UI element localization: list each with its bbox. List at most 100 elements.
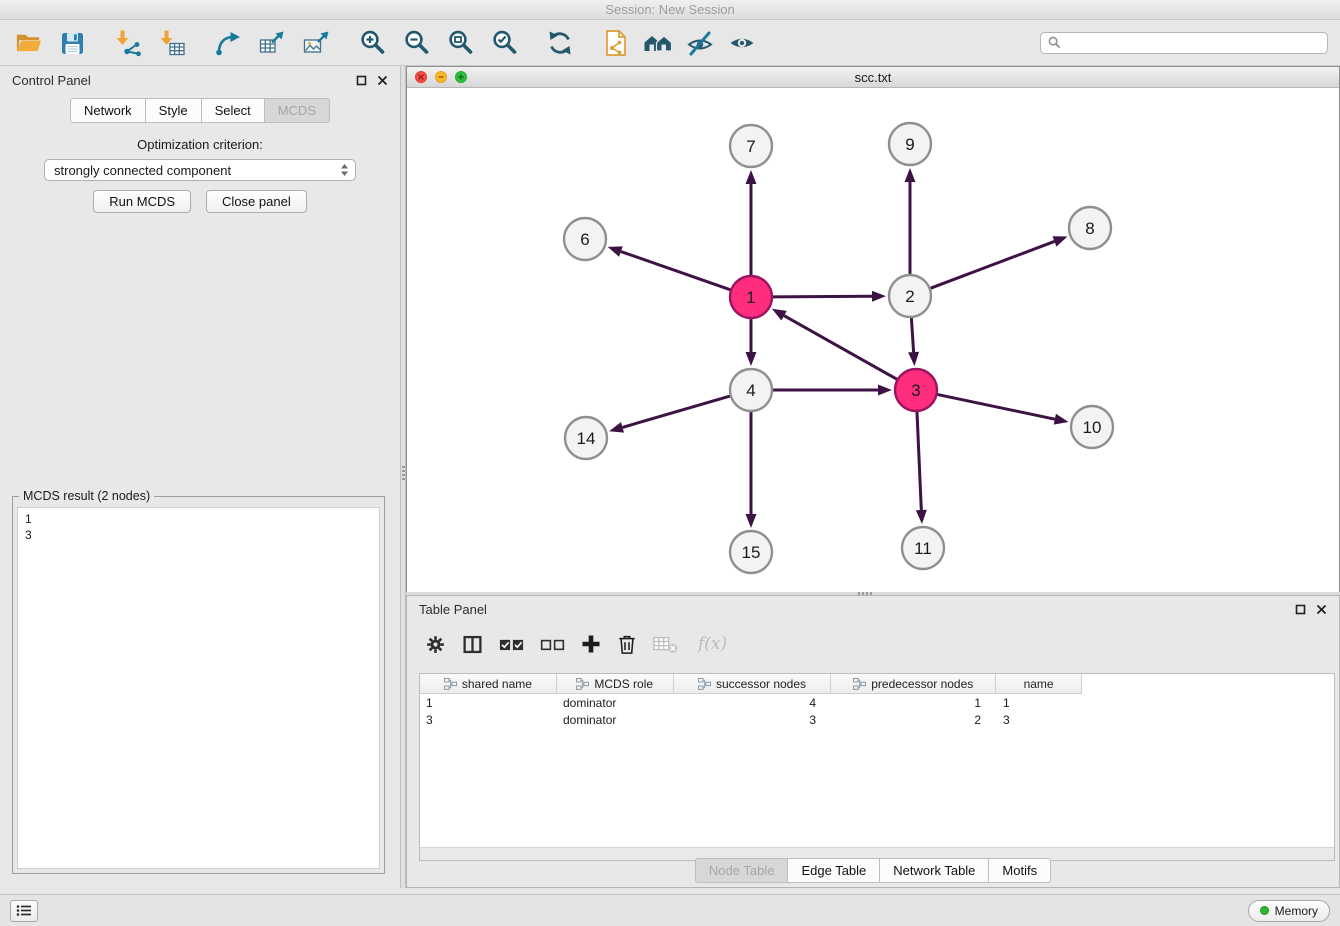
export-image-button[interactable] xyxy=(300,25,332,61)
window-close-button[interactable] xyxy=(415,71,427,83)
zoom-in-icon xyxy=(359,29,386,56)
import-table-icon xyxy=(158,29,186,57)
delete-column-icon xyxy=(653,635,678,654)
column-header-predecessor-nodes[interactable]: predecessor nodes xyxy=(831,674,996,693)
new-table-button[interactable] xyxy=(256,25,288,61)
column-header-shared-name[interactable]: shared name xyxy=(420,674,557,693)
criterion-dropdown[interactable]: strongly connected component xyxy=(44,159,356,181)
graph-edge-arrowhead xyxy=(905,168,916,182)
cell-successor-nodes[interactable]: 3 xyxy=(674,712,832,728)
graph-edge-arrowhead xyxy=(609,422,624,433)
splitter-grip[interactable] xyxy=(402,466,405,480)
open-session-button[interactable] xyxy=(600,25,632,61)
cell-name[interactable]: 1 xyxy=(997,695,1082,711)
graph-edge-3-1[interactable] xyxy=(784,316,898,380)
tab-motifs[interactable]: Motifs xyxy=(988,858,1051,883)
close-panel-icon[interactable] xyxy=(377,75,388,86)
show-hide-button[interactable] xyxy=(726,25,758,61)
run-mcds-button[interactable]: Run MCDS xyxy=(93,190,191,213)
new-network-button[interactable] xyxy=(212,25,244,61)
column-type-icon xyxy=(444,678,457,690)
tab-select[interactable]: Select xyxy=(201,98,265,123)
zoom-fit-button[interactable] xyxy=(444,25,476,61)
columns-icon xyxy=(462,634,483,655)
window-zoom-button[interactable] xyxy=(455,71,467,83)
table-panel-header: Table Panel xyxy=(407,596,1339,622)
show-hide-icon xyxy=(728,29,756,57)
close-table-panel-icon[interactable] xyxy=(1316,604,1327,615)
column-label: successor nodes xyxy=(716,677,806,691)
graph-node-label: 4 xyxy=(746,381,755,400)
column-header-successor-nodes[interactable]: successor nodes xyxy=(674,674,832,693)
cell-predecessor-nodes[interactable]: 2 xyxy=(832,712,997,728)
column-header-mcds-role[interactable]: MCDS role xyxy=(557,674,674,693)
graph-edge-arrowhead xyxy=(746,514,757,528)
tab-edge-table[interactable]: Edge Table xyxy=(787,858,880,883)
graph-edge-1-2[interactable] xyxy=(772,296,872,297)
graph-node-label: 14 xyxy=(577,429,596,448)
delete-column-button[interactable] xyxy=(653,635,678,654)
open-file-button[interactable] xyxy=(12,25,44,61)
graph-edge-3-10[interactable] xyxy=(937,394,1055,419)
add-row-button[interactable] xyxy=(581,634,601,654)
import-table-button[interactable] xyxy=(156,25,188,61)
deselect-all-icon xyxy=(540,636,565,653)
graph-edge-arrowhead xyxy=(908,352,919,366)
new-group xyxy=(212,25,332,61)
select-all-button[interactable] xyxy=(499,636,524,653)
close-panel-button[interactable]: Close panel xyxy=(206,190,307,213)
cell-shared-name[interactable]: 3 xyxy=(420,712,557,728)
zoom-in-button[interactable] xyxy=(356,25,388,61)
mcds-result-list[interactable]: 1 3 xyxy=(17,507,380,869)
table-settings-button[interactable] xyxy=(425,634,446,655)
memory-button[interactable]: Memory xyxy=(1248,900,1330,922)
graph-edge-4-14[interactable] xyxy=(622,396,730,428)
tab-node-table[interactable]: Node Table xyxy=(695,858,789,883)
import-network-button[interactable] xyxy=(112,25,144,61)
cell-successor-nodes[interactable]: 4 xyxy=(674,695,832,711)
tab-mcds[interactable]: MCDS xyxy=(264,98,330,123)
refresh-button[interactable] xyxy=(544,25,576,61)
zoom-out-button[interactable] xyxy=(400,25,432,61)
graph-edge-3-11[interactable] xyxy=(917,411,921,510)
float-panel-icon[interactable] xyxy=(356,75,367,86)
cell-shared-name[interactable]: 1 xyxy=(420,695,557,711)
result-line: 3 xyxy=(25,527,372,543)
tab-network-table[interactable]: Network Table xyxy=(879,858,989,883)
graph-edge-2-3[interactable] xyxy=(911,317,913,352)
column-header-name[interactable]: name xyxy=(996,674,1081,693)
graph-edge-1-6[interactable] xyxy=(621,252,731,291)
window-minimize-button[interactable] xyxy=(435,71,447,83)
graph-edge-2-8[interactable] xyxy=(930,241,1055,288)
network-graph[interactable]: 7968124314101511 xyxy=(407,88,1339,592)
network-window-titlebar[interactable]: scc.txt xyxy=(407,67,1339,88)
deselect-all-button[interactable] xyxy=(540,636,565,653)
tab-style[interactable]: Style xyxy=(145,98,202,123)
window-titlebar[interactable]: Session: New Session xyxy=(0,0,1340,20)
search-box[interactable] xyxy=(1040,32,1328,54)
float-table-panel-icon[interactable] xyxy=(1295,604,1306,615)
graph-edge-arrowhead xyxy=(878,385,892,396)
column-type-icon xyxy=(853,678,866,690)
search-input[interactable] xyxy=(1066,34,1320,52)
table-row[interactable]: 1 dominator 4 1 1 xyxy=(420,695,1334,711)
tab-network[interactable]: Network xyxy=(70,98,146,123)
table-row[interactable]: 3 dominator 3 2 3 xyxy=(420,712,1334,728)
cell-name[interactable]: 3 xyxy=(997,712,1082,728)
cell-mcds-role[interactable]: dominator xyxy=(557,712,674,728)
column-type-icon xyxy=(576,678,589,690)
cell-predecessor-nodes[interactable]: 1 xyxy=(832,695,997,711)
zoom-selected-button[interactable] xyxy=(488,25,520,61)
save-session-button[interactable] xyxy=(56,25,88,61)
dropdown-arrows-icon xyxy=(340,163,349,177)
graph-edge-arrowhead xyxy=(746,352,757,366)
task-history-button[interactable] xyxy=(10,900,38,922)
cell-mcds-role[interactable]: dominator xyxy=(557,695,674,711)
show-columns-button[interactable] xyxy=(462,634,483,655)
graphics-details-button[interactable] xyxy=(684,25,716,61)
delete-button[interactable] xyxy=(617,634,637,655)
first-neighbors-button[interactable] xyxy=(642,25,674,61)
function-builder-button[interactable]: f(x) xyxy=(698,634,727,654)
task-list-icon xyxy=(16,904,32,917)
table-tabs: Node Table Edge Table Network Table Moti… xyxy=(407,858,1339,883)
